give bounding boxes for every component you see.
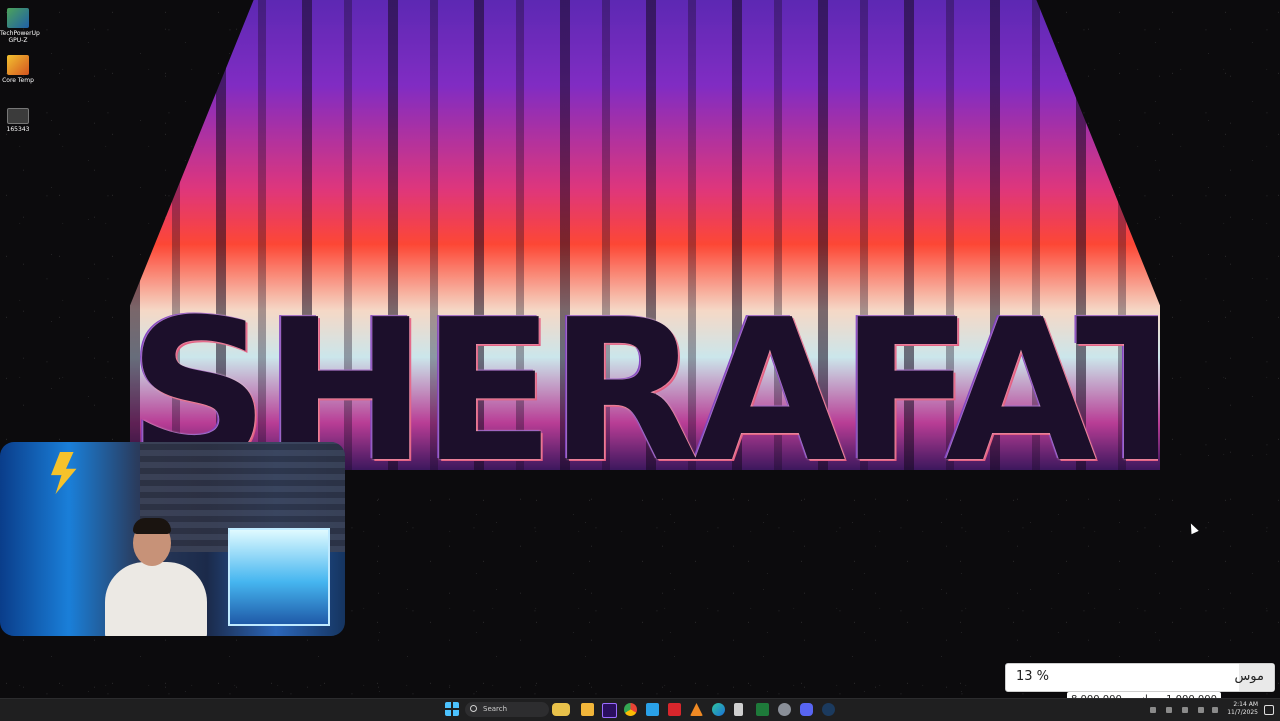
system-tray[interactable] xyxy=(1150,705,1220,715)
lightning-neon-icon xyxy=(51,452,77,494)
webcam-streamer xyxy=(105,518,210,636)
wifi-icon[interactable] xyxy=(1166,707,1172,713)
premiere-pro-icon[interactable] xyxy=(602,703,617,718)
terminal-icon[interactable] xyxy=(756,703,769,716)
coretemp-icon xyxy=(7,55,29,75)
taskbar: Search 2:14 AM 11/7/2025 xyxy=(0,698,1280,721)
webcam-streamer-hair xyxy=(133,518,171,534)
goal-label: موس xyxy=(1234,669,1264,684)
goal-percent: 13 % xyxy=(1016,669,1050,684)
volume-icon[interactable] xyxy=(1198,707,1204,713)
edge-icon[interactable] xyxy=(712,703,725,716)
gpuz-icon xyxy=(7,8,29,28)
vscode-icon[interactable] xyxy=(646,703,659,716)
cursor-icon[interactable] xyxy=(734,703,743,716)
desktop-icon-label: Core Temp xyxy=(2,77,34,84)
widgets-icon[interactable] xyxy=(552,703,570,716)
windows-start-button[interactable] xyxy=(445,702,459,716)
taskbar-clock[interactable]: 2:14 AM 11/7/2025 xyxy=(1227,701,1258,717)
desktop-icon-label: TechPowerUp GPU-Z xyxy=(0,30,40,44)
webcam-overlay xyxy=(0,442,345,636)
battery-icon[interactable] xyxy=(1212,707,1218,713)
webcam-pc-case xyxy=(228,528,330,626)
webcam-streamer-body xyxy=(105,562,207,636)
file-icon xyxy=(7,108,29,124)
taskbar-search-box[interactable]: Search xyxy=(465,702,549,717)
settings-icon[interactable] xyxy=(778,703,791,716)
goal-progress-bar: 13 % موس xyxy=(1005,663,1275,692)
desktop-icon-file[interactable]: 165343 xyxy=(0,108,36,133)
desktop-icon-label: 165343 xyxy=(6,126,30,133)
clock-date: 11/7/2025 xyxy=(1227,709,1258,716)
language-icon[interactable] xyxy=(1182,707,1188,713)
search-icon xyxy=(470,705,477,712)
file-explorer-icon[interactable] xyxy=(581,703,594,716)
acrobat-icon[interactable] xyxy=(668,703,681,716)
desktop-icon-gpuz[interactable]: TechPowerUp GPU-Z xyxy=(0,8,40,44)
vlc-icon[interactable] xyxy=(690,703,703,716)
clock-time: 2:14 AM xyxy=(1233,701,1258,708)
notification-bell-icon[interactable] xyxy=(1264,705,1274,715)
steam-icon[interactable] xyxy=(822,703,835,716)
tray-chevron-icon[interactable] xyxy=(1150,707,1156,713)
desktop-icon-coretemp[interactable]: Core Temp xyxy=(0,55,36,84)
chrome-icon[interactable] xyxy=(624,703,637,716)
discord-icon[interactable] xyxy=(800,703,813,716)
